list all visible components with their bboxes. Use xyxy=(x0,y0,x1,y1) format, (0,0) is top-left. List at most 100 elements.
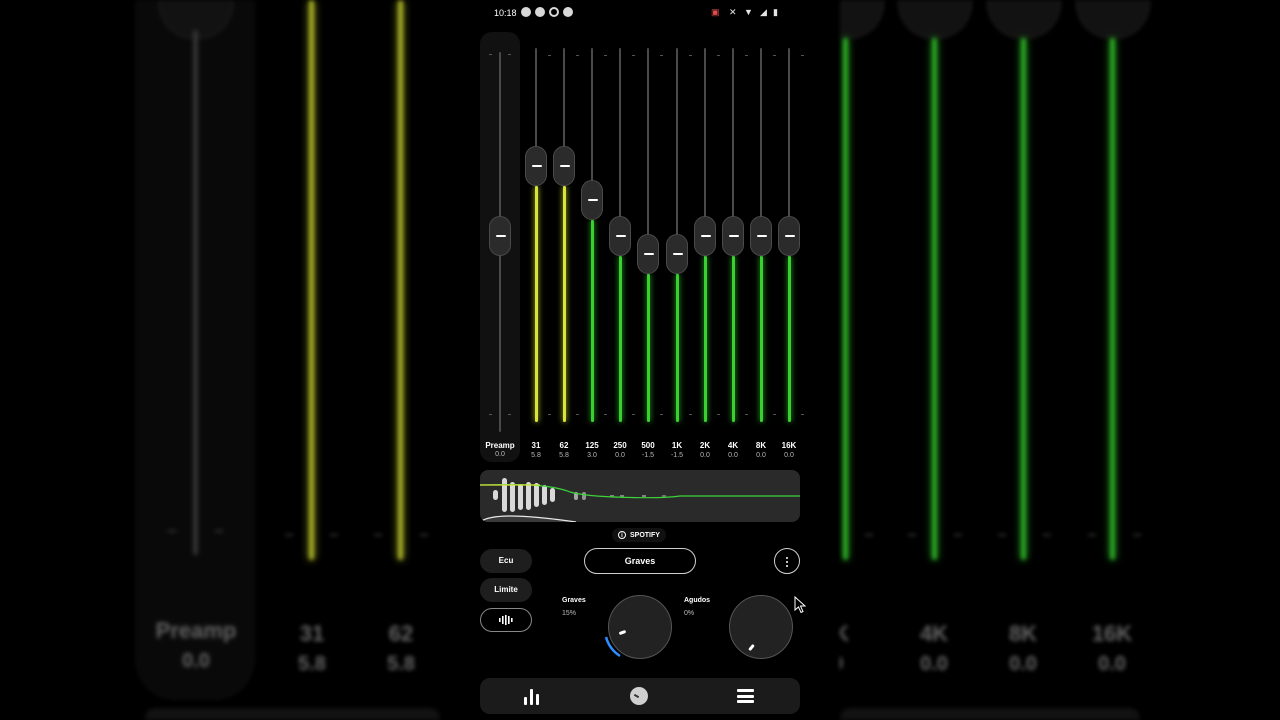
grip-icon xyxy=(729,235,739,237)
background-right: 2K .0 4K 0.0 8K 0.0 16K 0.0 xyxy=(840,0,1280,720)
band-tick xyxy=(576,55,579,56)
bg-label-8k: 8K xyxy=(1008,621,1038,646)
bg-tick xyxy=(1043,534,1051,536)
grip-icon xyxy=(496,235,506,237)
bg-band-16k-line xyxy=(1110,38,1115,560)
status-bar: 10:18 ▣ ✕ ▼ ◢ ▮ xyxy=(480,0,800,26)
more-vert-icon-dot xyxy=(786,565,788,567)
band-frequency-label: 31 xyxy=(531,441,541,450)
bg-band-4k-line xyxy=(932,38,937,560)
waveform-button[interactable] xyxy=(480,608,532,632)
band-gain-value: -1.5 xyxy=(670,452,684,459)
agudos-value: 0% xyxy=(684,610,695,617)
band-fill xyxy=(675,274,679,422)
whatsapp-notification-icon xyxy=(535,7,545,17)
bg-thumb xyxy=(1076,0,1150,39)
band-tick xyxy=(604,55,607,56)
band-fill xyxy=(787,256,791,422)
spectrum-bar xyxy=(518,484,523,510)
band-tick xyxy=(773,414,776,415)
preamp-thumb[interactable] xyxy=(489,216,511,256)
band-frequency-label: 1K xyxy=(671,441,683,450)
bg-tick xyxy=(420,534,428,536)
band-gain-value: 0.0 xyxy=(756,452,766,459)
spectrum-bar xyxy=(582,492,586,500)
grip-icon xyxy=(644,253,654,255)
preamp-tick xyxy=(489,414,492,415)
band-thumb[interactable] xyxy=(609,216,631,256)
band-thumb[interactable] xyxy=(637,234,659,274)
band-gain-value: 0.0 xyxy=(784,452,794,459)
band-tick xyxy=(632,414,635,415)
band-frequency-label: 500 xyxy=(641,441,655,450)
band-frequency-label: 4K xyxy=(727,441,739,450)
more-options-button[interactable] xyxy=(774,548,800,574)
background-left: Preamp 0.0 31 5.8 62 5.8 xyxy=(0,0,440,720)
limite-button[interactable]: Limite xyxy=(480,578,532,602)
bg-thumb xyxy=(987,0,1061,39)
bg-value-16k: 0.0 xyxy=(1098,653,1126,675)
bg-tick xyxy=(374,534,382,536)
bg-band-62-line xyxy=(398,0,403,560)
cast-icon: ▣ xyxy=(711,7,720,17)
grip-icon xyxy=(757,235,767,237)
bg-band-31-line xyxy=(309,0,314,560)
grip-icon xyxy=(616,235,626,237)
band-thumb[interactable] xyxy=(666,234,688,274)
source-badge[interactable]: i SPOTIFY xyxy=(612,528,666,542)
graves-label: Graves xyxy=(562,597,586,604)
agudos-knob[interactable] xyxy=(729,595,793,659)
spotify-notification-icon xyxy=(521,7,531,17)
band-fill xyxy=(590,220,594,422)
band-thumb[interactable] xyxy=(525,146,547,187)
band-tick xyxy=(773,55,776,56)
band-gain-value: 5.8 xyxy=(531,452,541,459)
grip-icon xyxy=(560,165,570,168)
band-tick xyxy=(548,414,551,415)
band-tick xyxy=(548,55,551,56)
band-thumb[interactable] xyxy=(778,216,800,256)
band-tick xyxy=(717,414,720,415)
band-thumb[interactable] xyxy=(722,216,744,256)
bg-band-8k-line xyxy=(1021,38,1026,560)
bg-tick xyxy=(330,534,338,536)
spectrum-bar xyxy=(526,482,531,510)
graves-knob[interactable] xyxy=(608,595,672,659)
band-fill xyxy=(646,274,650,422)
band-thumb[interactable] xyxy=(553,146,575,187)
status-time: 10:18 xyxy=(494,8,517,18)
preamp-value: 0.0 xyxy=(495,451,505,458)
grip-icon xyxy=(532,165,542,168)
band-tick xyxy=(660,414,663,415)
battery-icon: ▮ xyxy=(773,7,778,17)
preamp-tick xyxy=(508,414,511,415)
band-fill xyxy=(562,186,566,422)
preset-button[interactable]: Graves xyxy=(584,548,696,574)
bg-tick xyxy=(1133,534,1141,536)
preamp-slider[interactable]: Preamp 0.0 xyxy=(480,32,520,462)
bg-tick xyxy=(998,534,1006,536)
band-fill xyxy=(534,186,538,422)
wifi-icon: ▼ xyxy=(744,7,753,17)
band-thumb[interactable] xyxy=(581,180,603,220)
bg-thumb xyxy=(898,0,972,39)
band-tick xyxy=(689,414,692,415)
bg-label-31: 31 xyxy=(299,621,325,646)
band-thumb[interactable] xyxy=(694,216,716,256)
band-fill xyxy=(759,256,763,422)
equalizer-icon[interactable] xyxy=(524,687,544,705)
bg-tick xyxy=(215,530,223,532)
band-thumb[interactable] xyxy=(750,216,772,256)
bg-label-2k: 2K xyxy=(840,621,850,646)
signal-icon: ◢ xyxy=(760,7,767,17)
grip-icon xyxy=(588,199,598,201)
ecu-button[interactable]: Ecu xyxy=(480,549,532,573)
equalizer-app-screen: 10:18 ▣ ✕ ▼ ◢ ▮ Preamp 0.0 31 5.8 62 5.8 125… xyxy=(480,0,804,720)
bg-value-8k: 0.0 xyxy=(1009,653,1037,675)
bottom-navigation xyxy=(480,678,800,714)
preamp-tick xyxy=(489,54,492,55)
menu-icon[interactable] xyxy=(737,689,754,703)
spectrum-bar xyxy=(542,485,547,505)
knob-icon[interactable] xyxy=(630,687,648,705)
bg-tick xyxy=(954,534,962,536)
